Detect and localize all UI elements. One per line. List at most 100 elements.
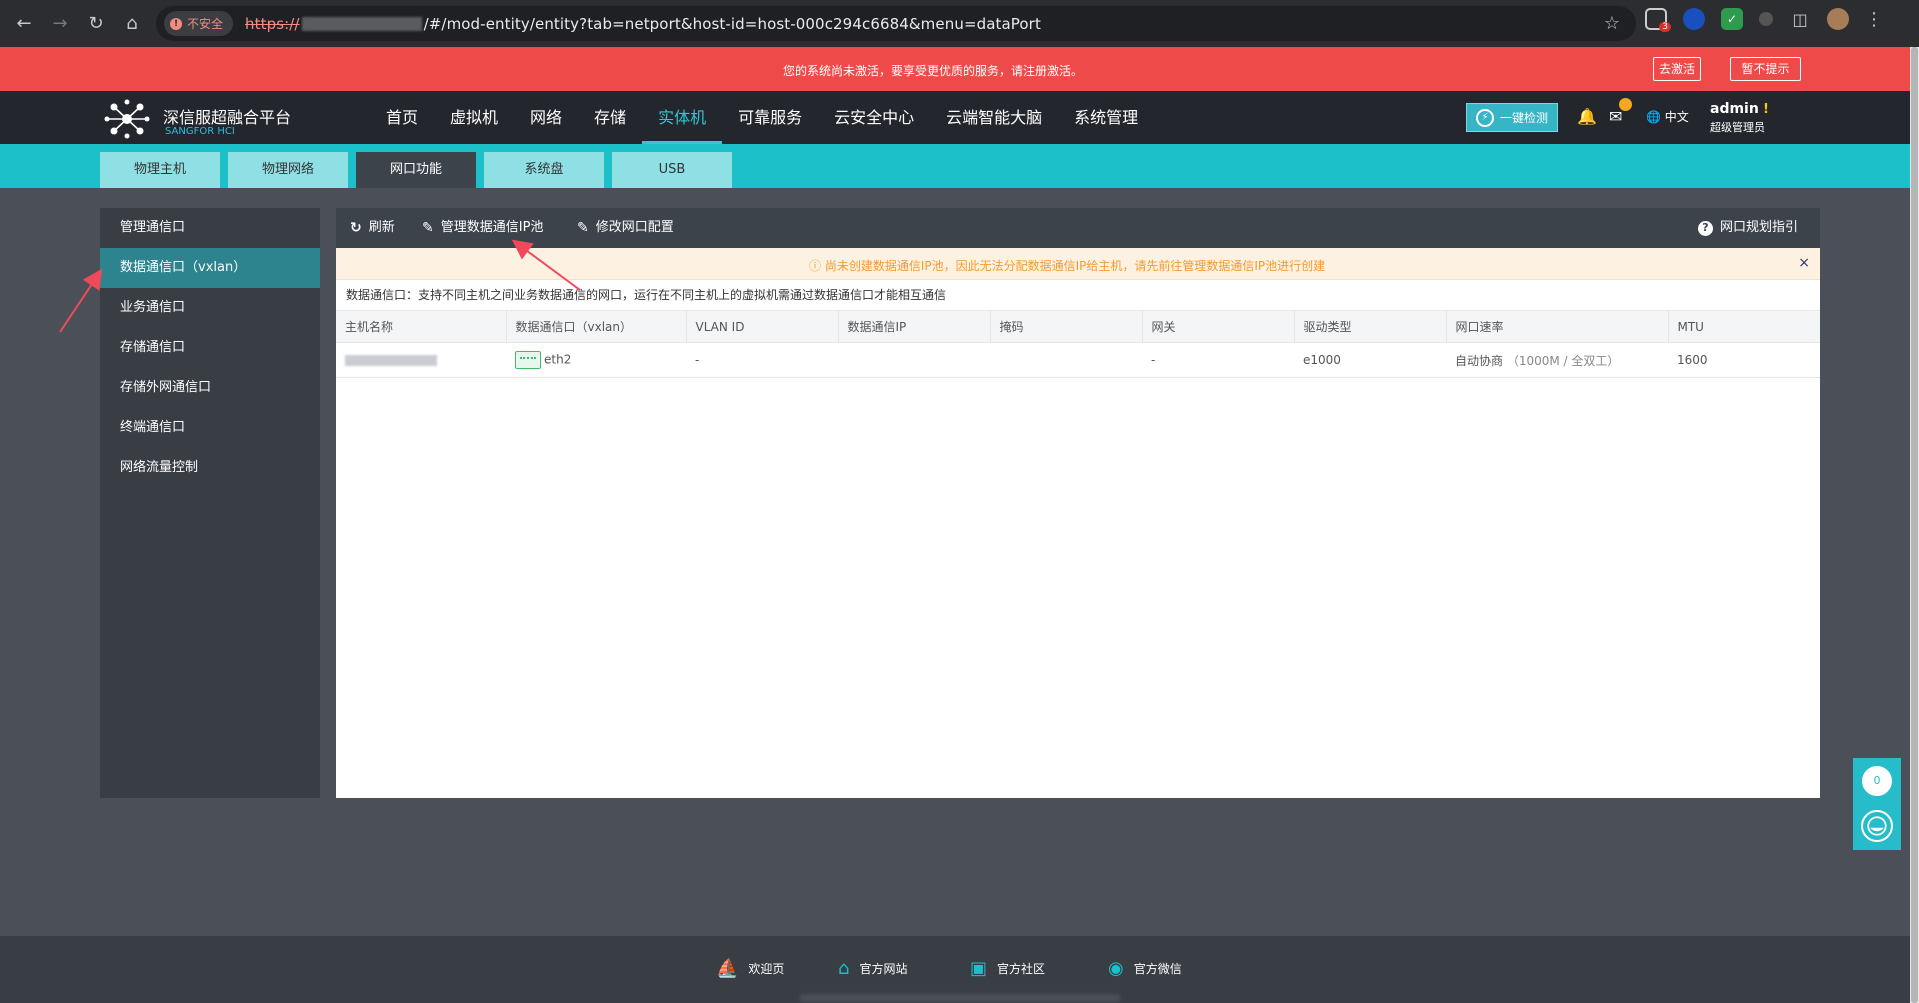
url-scheme: https:// [245,14,300,33]
reload-icon[interactable]: ↻ [78,6,114,42]
address-bar[interactable]: ! 不安全 https:// /#/mod-entity/entity?tab=n… [156,6,1636,41]
home-icon[interactable]: ⌂ [114,6,150,42]
sidebar-item-terminal[interactable]: 终端通信口 [100,408,320,448]
footer-link-welcome[interactable]: ⛵ 欢迎页 [716,958,784,979]
activation-banner: 您的系统尚未激活，要享受更优质的服务，请注册激活。 去激活 暂不提示 [0,47,1910,91]
puzzle-icon[interactable]: ◫ [1789,8,1811,30]
sidebar-item-storage-external[interactable]: 存储外网通信口 [100,368,320,408]
banner-text: 您的系统尚未激活，要享受更优质的服务，请注册激活。 [783,64,1084,78]
footer-link-community[interactable]: ▣ 官方社区 [970,958,1045,979]
user-role: 超级管理员 [1710,121,1765,134]
menu-reliability[interactable]: 可靠服务 [722,91,818,144]
menu-network[interactable]: 网络 [514,91,578,144]
footer-link-wechat[interactable]: ◉ 官方微信 [1108,958,1182,979]
notification-dot [1619,98,1632,111]
sidebar-item-data-vxlan[interactable]: 数据通信口（vxlan） [100,248,320,288]
sidebar-item-storage[interactable]: 存储通信口 [100,328,320,368]
cell-driver: e1000 [1294,342,1446,378]
pencil-icon: ✎ [422,220,434,236]
url-path: /#/mod-entity/entity?tab=netport&host-id… [423,14,1041,33]
shield-extension-icon[interactable]: ✓ [1721,8,1743,30]
floating-assistant[interactable]: 0 [1853,758,1901,850]
user-menu[interactable]: admin ! 超级管理员 [1710,101,1769,135]
main-header: 深信服超融合平台 SANGFOR HCI 首页 虚拟机 网络 存储 实体机 可靠… [0,91,1910,144]
menu-cloud-brain[interactable]: 云端智能大脑 [930,91,1058,144]
panel-toolbar: ↻ 刷新 ✎ 管理数据通信IP池 ✎ 修改网口配置 ? 网口规划指引 [336,208,1820,248]
footer-link-website[interactable]: ⌂ 官方网站 [838,958,907,979]
one-click-check-button[interactable]: ⚡ 一键检测 [1466,103,1558,132]
col-data-ip[interactable]: 数据通信IP [838,310,991,343]
edit-port-config-button[interactable]: ✎ 修改网口配置 [577,208,674,248]
activate-button[interactable]: 去激活 [1653,57,1701,81]
footer-copyright-blur [800,994,1120,1002]
sidebar-item-business[interactable]: 业务通信口 [100,288,320,328]
page-scrollbar[interactable] [1910,47,1919,1003]
menu-kebab-icon[interactable]: ⋮ [1865,9,1883,30]
notice-text: ⓘ 尚未创建数据通信IP池，因此无法分配数据通信IP给主机，请先前往管理数据通信… [809,257,1325,274]
port-planning-guide-link[interactable]: ? 网口规划指引 [1698,208,1798,248]
manage-ip-pool-button[interactable]: ✎ 管理数据通信IP池 [422,208,543,248]
close-icon[interactable]: × [1798,255,1810,271]
pencil-icon: ✎ [577,220,589,236]
sidebar: 管理通信口 数据通信口（vxlan） 业务通信口 存储通信口 存储外网通信口 终… [100,208,320,798]
help-icon: ? [1698,220,1713,236]
back-icon[interactable]: ← [6,6,42,42]
port-name: eth2 [544,352,572,367]
wechat-icon: ◉ [1108,958,1124,979]
menu-home[interactable]: 首页 [370,91,434,144]
menu-vm[interactable]: 虚拟机 [434,91,514,144]
welcome-icon: ⛵ [716,958,739,979]
extension-icon[interactable]: 3 [1645,8,1671,32]
refresh-button[interactable]: ↻ 刷新 [350,208,395,248]
sidebar-item-traffic-control[interactable]: 网络流量控制 [100,448,320,488]
brand-subtitle: SANGFOR HCI [165,126,235,137]
col-speed[interactable]: 网口速率 [1446,310,1669,343]
forward-icon[interactable]: → [42,6,78,42]
data-port-table: 主机名称 数据通信口（vxlan） VLAN ID 数据通信IP 掩码 网关 驱… [336,310,1820,378]
url-text[interactable]: https:// /#/mod-entity/entity?tab=netport… [245,15,1041,33]
footer-community-label: 官方社区 [997,962,1046,976]
bell-icon[interactable]: 🔔 [1577,107,1597,126]
menu-system[interactable]: 系统管理 [1058,91,1154,144]
col-host-name[interactable]: 主机名称 [336,310,507,343]
tab-system-disk[interactable]: 系统盘 [484,152,604,188]
tab-physical-host[interactable]: 物理主机 [100,152,220,188]
user-warning: ! [1762,102,1769,117]
speed-mode: 自动协商 [1455,353,1504,368]
col-mtu[interactable]: MTU [1668,310,1820,343]
col-data-port[interactable]: 数据通信口（vxlan） [506,310,687,343]
menu-physical[interactable]: 实体机 [642,91,723,144]
extension-gray-icon[interactable] [1759,12,1773,26]
sidebar-item-management[interactable]: 管理通信口 [100,208,320,248]
main-panel: ↻ 刷新 ✎ 管理数据通信IP池 ✎ 修改网口配置 ? 网口规划指引 ⓘ 尚未创… [336,208,1820,798]
tab-physical-network[interactable]: 物理网络 [228,152,348,188]
cell-gateway: - [1142,342,1294,378]
table-header-row: 主机名称 数据通信口（vxlan） VLAN ID 数据通信IP 掩码 网关 驱… [336,310,1820,343]
table-row[interactable]: eth2 - - e1000 自动协商 （1000M / 全双工） 1600 [336,342,1820,378]
insecure-badge[interactable]: ! 不安全 [164,11,234,36]
menu-security[interactable]: 云安全中心 [818,91,930,144]
cell-mtu: 1600 [1668,342,1820,378]
scrollbar-thumb[interactable] [1911,47,1918,1003]
cell-data-port: eth2 [506,342,686,378]
warning-icon: ! [170,17,182,30]
cell-mask [990,342,1142,378]
profile-avatar[interactable] [1827,8,1849,30]
language-switch[interactable]: 🌐 中文 [1646,108,1689,125]
col-vlan-id[interactable]: VLAN ID [686,310,839,343]
col-driver[interactable]: 驱动类型 [1294,310,1447,343]
task-count-badge[interactable]: 0 [1862,766,1892,796]
col-gateway[interactable]: 网关 [1142,310,1295,343]
tab-usb[interactable]: USB [612,152,732,188]
menu-storage[interactable]: 存储 [578,91,642,144]
message-icon[interactable]: ✉ [1609,107,1622,126]
robot-icon[interactable] [1861,810,1893,842]
dismiss-button[interactable]: 暂不提示 [1730,57,1801,81]
col-mask[interactable]: 掩码 [990,310,1143,343]
bookmark-star-icon[interactable]: ☆ [1604,13,1620,34]
tab-netport-function[interactable]: 网口功能 [356,152,476,188]
main-menu: 首页 虚拟机 网络 存储 实体机 可靠服务 云安全中心 云端智能大脑 系统管理 [370,91,1154,144]
footer-website-label: 官方网站 [859,962,908,976]
user-name: admin [1710,101,1759,117]
extension-blue-icon[interactable] [1683,8,1705,30]
